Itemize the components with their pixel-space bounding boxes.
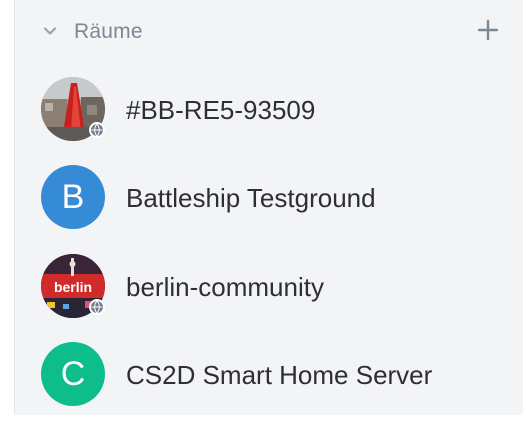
- plus-icon: [477, 19, 499, 41]
- avatar-letter: C: [60, 354, 86, 393]
- public-room-badge: [89, 299, 105, 315]
- public-room-badge: [89, 122, 105, 138]
- room-avatar: C: [41, 342, 105, 406]
- section-title[interactable]: Räume: [74, 20, 143, 44]
- rooms-panel: Räume #BB-RE5-93509 B Battleship Testgro…: [14, 0, 523, 415]
- room-name: #BB-RE5-93509: [126, 95, 316, 125]
- room-item[interactable]: C CS2D Smart Home Server: [15, 332, 523, 416]
- room-item[interactable]: #BB-RE5-93509: [15, 67, 523, 151]
- room-item[interactable]: B Battleship Testground: [15, 155, 523, 239]
- chevron-down-icon[interactable]: [43, 24, 57, 38]
- room-name: Battleship Testground: [126, 183, 376, 213]
- berlin-avatar-text: berlin: [54, 279, 92, 295]
- room-name: berlin-community: [126, 272, 324, 302]
- globe-icon: [91, 300, 103, 314]
- room-name: CS2D Smart Home Server: [126, 360, 433, 390]
- room-avatar: B: [41, 165, 105, 229]
- rooms-section-header[interactable]: Räume: [15, 0, 523, 64]
- add-room-button[interactable]: [477, 19, 499, 41]
- room-item[interactable]: berlin berlin-community: [15, 244, 523, 328]
- globe-icon: [91, 123, 103, 137]
- avatar-letter: B: [61, 177, 85, 216]
